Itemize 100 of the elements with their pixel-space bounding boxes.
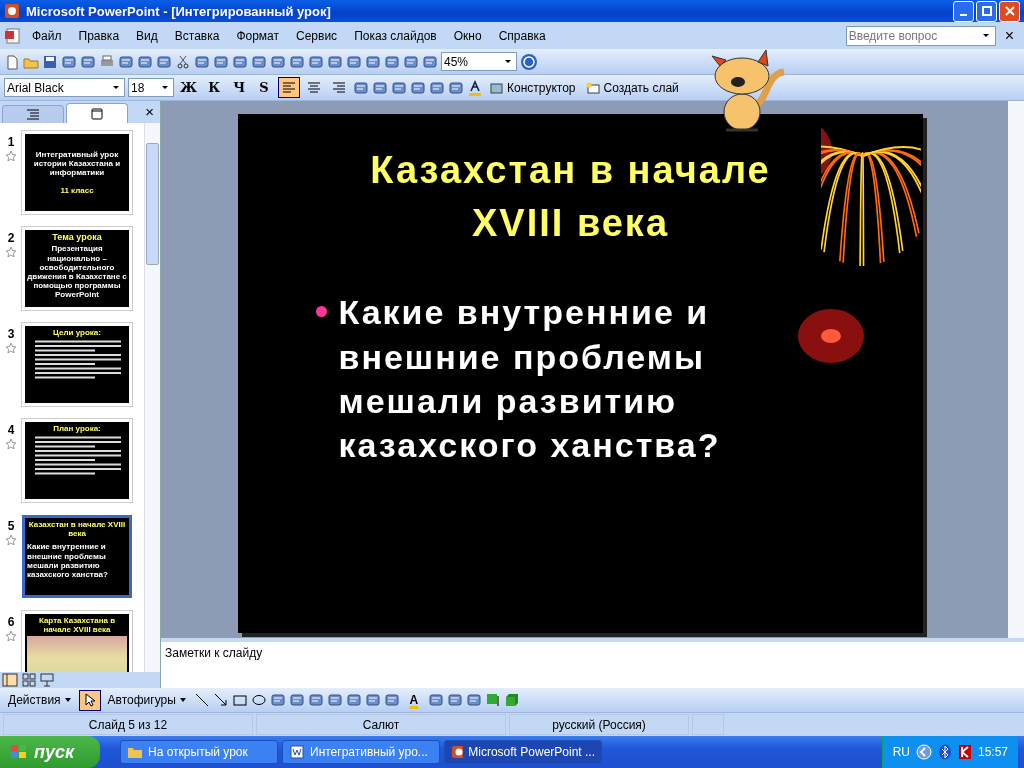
style-button[interactable]: К xyxy=(203,77,226,98)
thumbnail-subtitle: 11 класс xyxy=(59,185,95,195)
app-icon xyxy=(4,3,20,19)
animation-star-icon xyxy=(5,631,17,641)
outline-tab[interactable] xyxy=(2,105,64,123)
slideshow-view-icon[interactable] xyxy=(40,673,54,687)
shadow-icon[interactable] xyxy=(484,692,501,708)
line-icon[interactable] xyxy=(193,692,210,708)
style-button[interactable]: S xyxy=(253,77,276,98)
antivirus-icon[interactable] xyxy=(957,744,972,760)
slide-number: 2 xyxy=(7,231,15,245)
slide-title: Казахстан в начале XVIII века xyxy=(369,148,772,247)
clock: 15:57 xyxy=(977,745,1008,759)
taskbar-button[interactable]: Microsoft PowerPoint ... xyxy=(444,740,602,764)
taskbar-button[interactable]: На открытый урок xyxy=(120,740,278,764)
caret-icon xyxy=(113,86,119,89)
caret-icon xyxy=(505,60,511,63)
font-dropdown[interactable]: Arial Black xyxy=(4,78,125,97)
designer-button[interactable]: Конструктор xyxy=(486,77,580,98)
slide-thumbnail[interactable]: Казахстан в начале XVIII века Какие внутренние и внешние проблемы мешали развитию казахского ханства? xyxy=(22,515,132,598)
design-icon xyxy=(490,81,505,94)
status-text: Салют xyxy=(256,714,506,735)
scissors-icon[interactable] xyxy=(175,53,191,70)
document-icon xyxy=(4,27,22,44)
close-icon xyxy=(1004,6,1015,16)
3d-icon[interactable] xyxy=(503,692,520,708)
animation-star-icon xyxy=(5,343,17,353)
thumbnail-title: Тема урока xyxy=(51,232,103,243)
animation-star-icon xyxy=(5,247,17,257)
align-left-icon xyxy=(282,81,297,94)
select-pointer-button[interactable] xyxy=(78,689,101,711)
new-document-icon[interactable] xyxy=(4,53,20,70)
caret-icon xyxy=(162,86,168,89)
style-button[interactable]: Ж xyxy=(177,77,201,98)
animation-star-icon xyxy=(5,535,17,545)
status-text: Слайд 5 из 12 xyxy=(3,714,253,735)
menu-item[interactable]: Показ слайдов xyxy=(347,28,444,43)
slide-number: 1 xyxy=(7,135,15,149)
menu-item[interactable]: Вставка xyxy=(167,28,227,43)
style-button[interactable]: Ч xyxy=(228,77,251,98)
thumbnail-text: Какие внутренние и внешние проблемы мешали развитию казахского ханства? xyxy=(27,542,109,580)
zoom-dropdown[interactable]: 45% xyxy=(441,52,517,71)
menu-item[interactable]: Правка xyxy=(71,28,127,43)
normal-view-icon[interactable] xyxy=(2,673,18,687)
minimize-button[interactable] xyxy=(953,0,974,22)
bluetooth-icon[interactable] xyxy=(937,744,952,760)
scrollbar[interactable] xyxy=(1008,101,1024,638)
font-color-button[interactable]: A xyxy=(402,689,425,711)
save-icon[interactable] xyxy=(42,53,58,70)
thumbnail-title: План урока: xyxy=(52,424,102,434)
thumbnail-title: Цели урока: xyxy=(52,328,102,338)
align-right-icon xyxy=(332,81,347,94)
close-panel-button[interactable]: × xyxy=(139,103,160,123)
menu-item[interactable]: Справка xyxy=(491,28,553,43)
animation-star-icon xyxy=(5,439,17,449)
actions-menu-button[interactable]: Действия xyxy=(4,689,76,711)
sorter-view-icon[interactable] xyxy=(22,673,36,687)
help-search-field[interactable]: Введите вопрос xyxy=(845,25,996,46)
glow-drawing xyxy=(795,306,866,366)
help-icon[interactable] xyxy=(520,52,538,71)
menu-item[interactable]: Вид xyxy=(129,28,165,43)
bullet-dot-icon xyxy=(315,306,327,318)
caret-icon xyxy=(982,34,989,37)
font-size-dropdown[interactable]: 18 xyxy=(128,78,174,97)
caret-icon xyxy=(178,696,187,704)
folder-icon xyxy=(127,745,143,759)
slide-thumbnail[interactable]: План урока: xyxy=(22,419,132,502)
scrollbar[interactable] xyxy=(144,123,160,672)
caret-icon xyxy=(63,696,72,704)
slides-tab[interactable] xyxy=(66,103,128,123)
chevron-left-icon[interactable] xyxy=(915,744,932,760)
maximize-button[interactable] xyxy=(976,0,997,22)
autoshapes-menu-button[interactable]: Автофигуры xyxy=(103,689,191,711)
outline-icon xyxy=(26,108,40,121)
slide-thumbnail[interactable]: Тема урока Презентация национально – освободительного движения в Казахстане с помощью программы PowerPoint xyxy=(22,227,132,310)
slide-thumbnail[interactable]: Интегративный урок истории Казахстана и информатики 11 класс xyxy=(22,131,132,214)
menu-item[interactable]: Сервис xyxy=(289,28,345,43)
slide-thumbnail[interactable]: Цели урока: xyxy=(22,323,132,406)
slide-icon xyxy=(91,107,103,120)
presentation-icon xyxy=(451,745,464,759)
menu-item[interactable]: Окно xyxy=(446,28,489,43)
oval-icon[interactable] xyxy=(250,692,267,708)
thumbnail-text: Презентация национально – освободительного движения в Казахстане с помощью программы PowerPoint xyxy=(27,244,127,300)
maximize-icon xyxy=(981,6,992,16)
arrow-icon[interactable] xyxy=(212,692,229,708)
slide-number: 6 xyxy=(7,615,15,629)
close-button[interactable] xyxy=(999,0,1020,22)
taskbar-button[interactable]: Интегративный уро... xyxy=(282,740,440,764)
new-slide-button[interactable]: Создать слай xyxy=(582,77,683,98)
close-document-button[interactable]: × xyxy=(998,26,1020,45)
align-left-button[interactable] xyxy=(278,77,301,98)
menu-item[interactable]: Формат xyxy=(229,28,287,43)
status-panel xyxy=(692,714,724,735)
pointer-icon xyxy=(83,693,96,707)
slide-thumbnail[interactable]: Карта Казахстана в начале XVIII века xyxy=(22,611,132,672)
rectangle-icon[interactable] xyxy=(231,692,248,708)
slide-number: 5 xyxy=(7,519,15,533)
align-center-icon xyxy=(307,81,322,94)
font-color-icon[interactable] xyxy=(467,79,484,96)
menu-item[interactable]: Файл xyxy=(25,28,69,43)
